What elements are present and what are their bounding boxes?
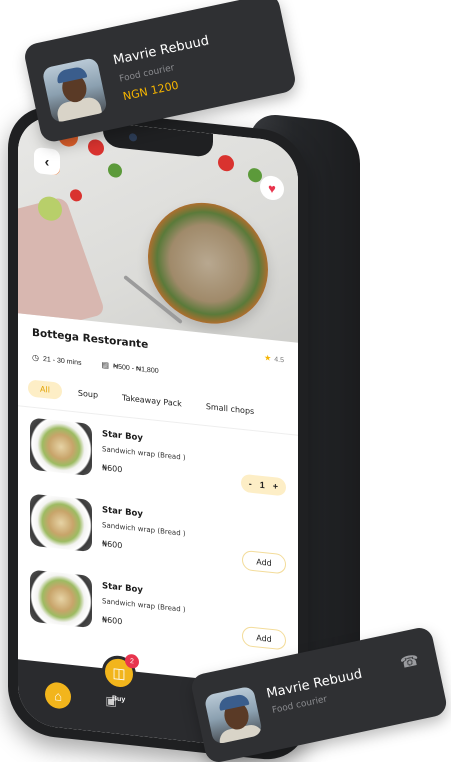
tab-all[interactable]: All [28,379,62,400]
cart-count-badge: 2 [125,653,139,670]
cart-icon: ◫ [112,663,126,682]
courier-name: Mavrie Rebuud [111,33,211,69]
add-button[interactable]: Add [242,549,286,575]
clock-icon: ◷ [32,352,39,363]
courier-avatar [41,56,108,124]
tab-soup[interactable]: Soup [70,384,106,405]
delivery-time-text: 21 - 30 mins [42,355,82,367]
price-range-text: ₦500 - ₦1,800 [113,363,159,376]
product-image [30,569,92,629]
quantity-value: 1 [259,479,265,491]
cart-button[interactable]: ◫ 2 [102,653,139,692]
delivery-time: ◷ 21 - 30 mins [32,353,82,367]
heart-icon: ♥ [268,180,276,196]
courier-avatar [203,685,263,745]
wallet-icon: ▤ [101,360,110,370]
add-button[interactable]: Add [242,625,286,651]
tab-small-chops[interactable]: Small chops [198,397,262,421]
product-image [30,493,92,553]
rating-value: 4.5 [274,356,284,365]
app-screen: ‹ ♥ Bottega Restorante ★ 4.5 ◷ 21 - 30 min… [18,113,298,753]
home-icon: ⌂ [54,687,63,704]
increment-button[interactable]: + [273,481,278,492]
product-image [30,417,92,477]
back-button[interactable]: ‹ [34,146,60,176]
buy-label: Buy [112,695,126,704]
phone-icon[interactable]: ☎ [399,651,421,673]
chevron-left-icon: ‹ [44,153,50,170]
tab-takeaway-pack[interactable]: Takeaway Pack [114,388,190,413]
favorite-button[interactable]: ♥ [260,174,284,202]
nav-home[interactable]: ⌂ [45,681,72,710]
quantity-stepper: - 1 + [240,473,286,497]
star-icon: ★ [264,353,272,363]
price-range: ▤ ₦500 - ₦1,800 [102,360,159,375]
decrement-button[interactable]: - [249,479,252,489]
